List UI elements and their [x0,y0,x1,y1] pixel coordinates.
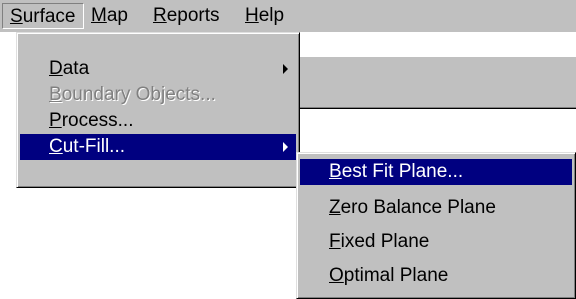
menu-bar: Surface Map Reports Help [0,0,576,32]
menu-item-boundary-label: oundary Objects... [61,84,216,105]
menu-item-process-accel: P [49,110,62,131]
menu-item-process[interactable]: Process... [20,108,296,134]
menu-reports-accel: R [153,5,167,26]
submenu-arrow-icon [283,142,288,152]
menu-item-cut-fill-label: ut-Fill... [62,136,126,157]
background-toolbar [300,57,576,108]
menu-item-data-accel: D [49,58,63,79]
menu-item-process-label: rocess... [61,110,134,131]
zero-balance-label: ero Balance Plane [340,197,496,218]
menu-help-accel: H [245,5,259,26]
menu-item-cut-fill-accel: C [49,136,63,157]
fixed-plane-accel: F [329,231,341,252]
menu-surface-accel: S [10,6,23,27]
menu-reports[interactable]: Reports [146,3,227,29]
menu-surface-label: urface [22,6,76,27]
best-fit-accel: B [329,161,342,182]
optimal-plane-accel: O [329,265,344,286]
menu-item-data[interactable]: Data [20,56,296,82]
menu-item-zero-balance-plane[interactable]: Zero Balance Plane [300,195,572,221]
menu-map-accel: M [91,5,107,26]
cut-fill-submenu: Best Fit Plane... Zero Balance Plane Fix… [296,152,576,299]
menu-map[interactable]: Map [84,3,135,29]
menu-item-fixed-plane[interactable]: Fixed Plane [300,229,572,255]
menu-item-boundary-objects: Boundary Objects... [20,82,296,108]
fixed-plane-label: ixed Plane [340,231,430,252]
menu-reports-label: eports [166,5,220,26]
menu-help-label: elp [258,5,285,26]
surface-menu: Data Boundary Objects... Process... Cut-… [16,32,300,188]
background-divider [300,108,576,109]
optimal-plane-label: ptimal Plane [343,265,449,286]
menu-surface[interactable]: Surface [2,3,84,29]
menu-item-optimal-plane[interactable]: Optimal Plane [300,263,572,289]
menu-item-data-label: ata [62,58,90,79]
menu-map-label: ap [106,5,128,26]
menu-item-cut-fill[interactable]: Cut-Fill... [20,134,296,160]
submenu-arrow-icon [283,64,288,74]
menu-item-best-fit-plane[interactable]: Best Fit Plane... [300,159,572,185]
menu-help[interactable]: Help [238,3,291,29]
best-fit-label: est Fit Plane... [341,161,464,182]
menu-item-boundary-accel: B [49,84,62,105]
zero-balance-accel: Z [329,197,341,218]
